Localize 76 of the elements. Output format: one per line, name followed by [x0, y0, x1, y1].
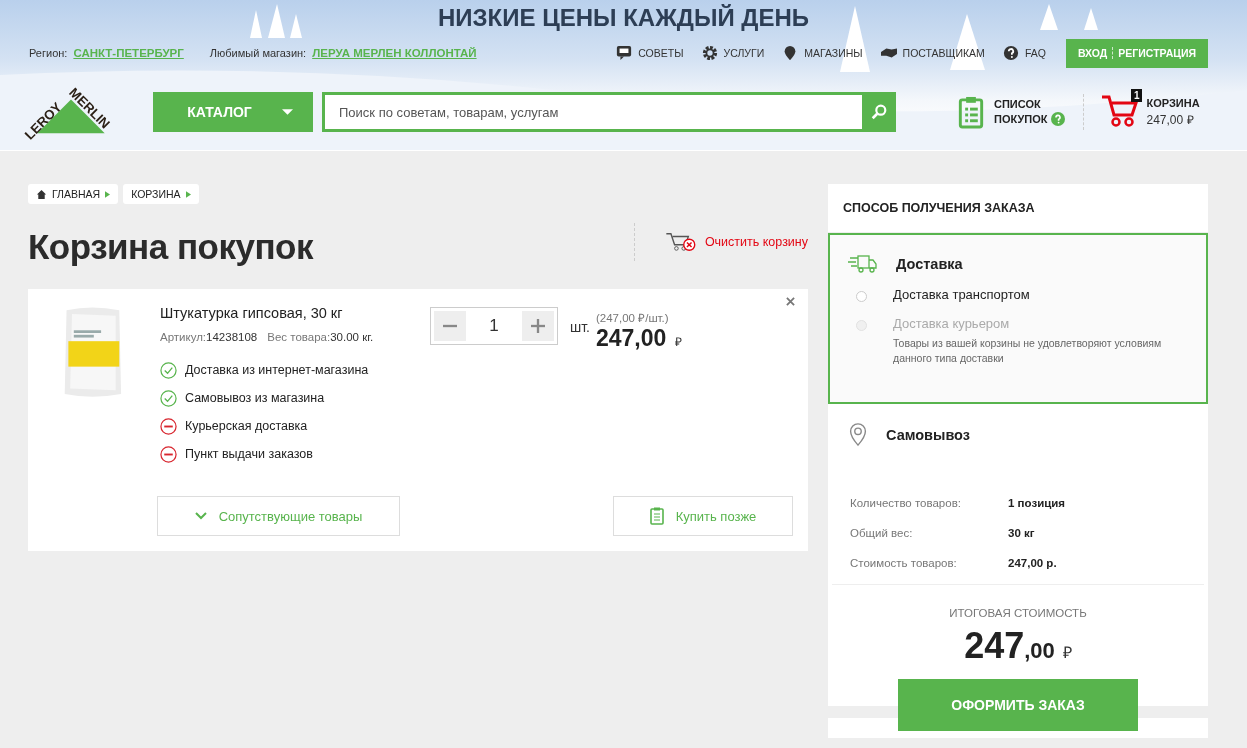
- store-label: Любимый магазин:: [209, 47, 307, 59]
- banner-title: НИЗКИЕ ЦЕНЫ КАЖДЫЙ ДЕНЬ: [437, 3, 810, 33]
- clipboard-icon: [958, 95, 984, 129]
- total-price: 247: [964, 625, 1025, 667]
- breadcrumb[interactable]: ГЛАВНАЯ: [28, 184, 119, 204]
- caret-icon: [281, 109, 293, 115]
- unit-label: шт.: [570, 319, 590, 335]
- summary-value: 30 кг: [1008, 527, 1035, 539]
- currency-sign: ₽: [675, 334, 683, 350]
- currency-sign: ₽: [1186, 112, 1194, 127]
- article-label: Артикул:: [160, 331, 207, 343]
- tree-drawing: [250, 10, 262, 38]
- delivery-option: Доставка из интернет-магазина: [185, 363, 369, 377]
- currency-sign: ₽: [1062, 643, 1072, 663]
- tree-drawing: [1084, 8, 1098, 30]
- chevron-down-icon: [194, 512, 207, 520]
- quantity-input[interactable]: 1: [466, 316, 522, 336]
- help-icon[interactable]: [1051, 112, 1066, 126]
- gear-icon: [701, 45, 718, 61]
- summary-value: 1 позиция: [1008, 497, 1066, 509]
- option-note: Товары из вашей корзины не удовлетворяют условиям данного типа доставки: [893, 336, 1163, 366]
- delivery-option: Пункт выдачи заказов: [185, 447, 313, 461]
- product-name[interactable]: Штукатурка гипсовая, 30 кг: [160, 305, 432, 321]
- top-nav-link[interactable]: ПОСТАВЩИКАМ: [902, 47, 985, 59]
- shopping-list-link[interactable]: ПОКУПОК: [994, 113, 1048, 125]
- cart-total: 247,00: [1146, 112, 1184, 127]
- clear-cart-link[interactable]: Очистить корзину: [704, 234, 808, 249]
- weight-value: 30.00 кг.: [330, 331, 374, 343]
- chat-icon: [616, 45, 633, 61]
- tree-drawing: [1040, 4, 1058, 30]
- summary-label: Количество товаров:: [850, 497, 962, 509]
- breadcrumb[interactable]: КОРЗИНА: [123, 184, 199, 204]
- arrow-icon: [185, 190, 191, 198]
- decrease-button[interactable]: [434, 311, 466, 341]
- region-label: Регион:: [29, 47, 68, 59]
- delivery-option: Самовывоз из магазина: [185, 391, 325, 405]
- total-price-cents: ,00: [1024, 638, 1055, 664]
- cart-icon[interactable]: [1100, 93, 1141, 127]
- top-nav-link[interactable]: МАГАЗИНЫ: [804, 47, 863, 59]
- total-label: ИТОГОВАЯ СТОИМОСТЬ: [949, 607, 1087, 619]
- arrow-icon: [105, 190, 111, 198]
- shopping-list-link[interactable]: СПИСОК: [994, 98, 1066, 110]
- tree-drawing: [290, 14, 302, 38]
- page-title: Корзина покупок: [28, 226, 313, 267]
- cart-remove-icon[interactable]: [664, 230, 697, 253]
- summary-label: Общий вес:: [850, 527, 914, 539]
- truck-icon: [848, 254, 878, 274]
- summary-value: 247,00 р.: [1008, 557, 1057, 569]
- summary-label: Стоимость товаров:: [850, 557, 958, 569]
- delivery-option: Доставка курьером: [893, 316, 1188, 331]
- article-number: 14238108: [206, 331, 258, 343]
- method-title: Доставка: [896, 256, 963, 272]
- plus-icon: [531, 319, 545, 333]
- top-nav-link[interactable]: УСЛУГИ: [723, 47, 765, 59]
- delivery-option: Курьерская доставка: [185, 419, 308, 433]
- cart-count-badge: 1: [1130, 89, 1143, 102]
- search-button[interactable]: [862, 92, 896, 132]
- delivery-method-card[interactable]: Самовывоз: [828, 404, 1208, 460]
- top-nav-link[interactable]: FAQ: [1024, 47, 1046, 59]
- radio-button[interactable]: [856, 291, 867, 302]
- close-icon[interactable]: [786, 297, 795, 306]
- help-icon: [1002, 45, 1019, 61]
- increase-button[interactable]: [522, 311, 554, 341]
- clipboard-icon: [649, 507, 664, 525]
- weight-label: Вес товара:: [267, 331, 331, 343]
- unit-price: (247,00 ₽/шт.): [596, 311, 670, 325]
- location-pin-icon: [848, 423, 868, 447]
- delivery-option: Доставка транспортом: [893, 287, 1030, 302]
- item-price: 247,00: [596, 325, 667, 352]
- search-icon: [870, 103, 888, 121]
- tree-drawing: [268, 4, 285, 38]
- method-title: Самовывоз: [886, 427, 970, 443]
- search-field[interactable]: Поиск по советам, товарам, услугам: [322, 92, 862, 132]
- home-icon: [36, 188, 47, 200]
- cart-label[interactable]: КОРЗИНА: [1146, 96, 1200, 109]
- top-nav-link[interactable]: СОВЕТЫ: [638, 47, 684, 59]
